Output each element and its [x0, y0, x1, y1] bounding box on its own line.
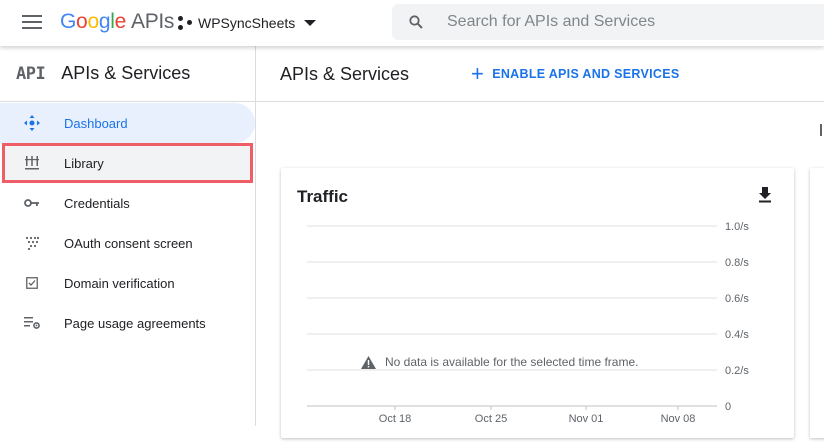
google-apis-logo[interactable]: Google APIs [60, 10, 174, 34]
sidebar-item-label: Library [64, 155, 104, 171]
api-badge-icon: API [16, 63, 46, 84]
x-tick-label: Nov 08 [661, 413, 696, 425]
y-tick-label: 0 [725, 401, 731, 413]
chart-canvas: 1.0/s 0.8/s 0.6/s 0.4/s 0.2/s 0 Oct 18 Oct 25 No… [307, 221, 749, 425]
logo-letter: o [87, 10, 99, 33]
sidebar-header: API APIs & Services [0, 46, 255, 102]
checkbox-icon [20, 277, 44, 289]
enable-apis-button-label: ENABLE APIS AND SERVICES [492, 67, 680, 81]
y-tick-label: 0.8/s [725, 257, 749, 269]
search-icon [409, 15, 423, 29]
logo-letter: G [60, 10, 77, 33]
y-tick-label: 0.6/s [725, 293, 749, 305]
y-tick-label: 0.2/s [725, 365, 749, 377]
traffic-card: Traffic 1.0/s 0.8/s 0.6/s 0.4/s 0.2/s 0 Oct 18… [281, 168, 794, 438]
oauth-dots-icon [20, 236, 44, 250]
sidebar-item-dashboard[interactable]: Dashboard [0, 103, 255, 143]
dashboard-icon [20, 115, 44, 131]
logo-letter: e [114, 10, 127, 33]
plus-icon: + [471, 61, 485, 86]
top-app-bar: Google APIs WPSyncSheets [0, 0, 824, 46]
card-title: Traffic [297, 187, 349, 206]
search-bar[interactable] [392, 4, 824, 40]
traffic-chart: 1.0/s 0.8/s 0.6/s 0.4/s 0.2/s 0 Oct 18 Oct 25 No… [281, 216, 794, 438]
x-tick-label: Nov 01 [569, 413, 604, 425]
warning-icon [361, 355, 376, 369]
no-data-message: No data is available for the selected ti… [361, 355, 638, 369]
header-divider [256, 101, 824, 102]
logo-apis-text: APIs [130, 10, 175, 33]
main-header: APIs & Services + ENABLE APIS AND SERVIC… [256, 46, 824, 102]
sidebar-item-label: Domain verification [64, 275, 175, 291]
y-tick-label: 0.4/s [725, 329, 749, 341]
search-input[interactable] [447, 13, 807, 31]
settings-list-icon [20, 317, 44, 329]
key-icon [20, 198, 44, 208]
project-name: WPSyncSheets [198, 15, 296, 31]
edge-marker [820, 124, 822, 136]
menu-icon[interactable] [22, 15, 42, 31]
enable-apis-button[interactable]: + ENABLE APIS AND SERVICES [471, 63, 679, 85]
sidebar-title: APIs & Services [61, 63, 191, 83]
sidebar-item-label: Credentials [64, 195, 130, 211]
chevron-down-icon [304, 20, 317, 26]
sidebar-nav: Dashboard Library Credentials OAuth cons… [0, 103, 255, 343]
sidebar-item-credentials[interactable]: Credentials [0, 183, 255, 223]
page-title: APIs & Services [280, 63, 410, 84]
project-selector[interactable]: WPSyncSheets [178, 13, 317, 33]
sidebar-item-label: Page usage agreements [64, 315, 206, 331]
sidebar-item-domain-verification[interactable]: Domain verification [0, 263, 255, 303]
library-icon [20, 156, 44, 170]
logo-letter: g [98, 10, 111, 33]
sidebar-item-page-usage-agreements[interactable]: Page usage agreements [0, 303, 255, 343]
download-icon[interactable] [758, 187, 772, 208]
sidebar-item-oauth-consent[interactable]: OAuth consent screen [0, 223, 255, 263]
sidebar-item-label: OAuth consent screen [64, 235, 193, 251]
adjacent-card [810, 168, 824, 438]
project-icon [178, 16, 192, 30]
x-tick-label: Oct 18 [379, 413, 411, 425]
sidebar-item-library[interactable]: Library [2, 143, 253, 183]
x-tick-label: Oct 25 [475, 413, 507, 425]
no-data-text: No data is available for the selected ti… [385, 355, 639, 369]
logo-letter: o [76, 10, 88, 33]
sidebar: API APIs & Services Dashboard Library Cr… [0, 46, 256, 426]
y-tick-label: 1.0/s [725, 221, 749, 233]
sidebar-item-label: Dashboard [64, 115, 128, 131]
